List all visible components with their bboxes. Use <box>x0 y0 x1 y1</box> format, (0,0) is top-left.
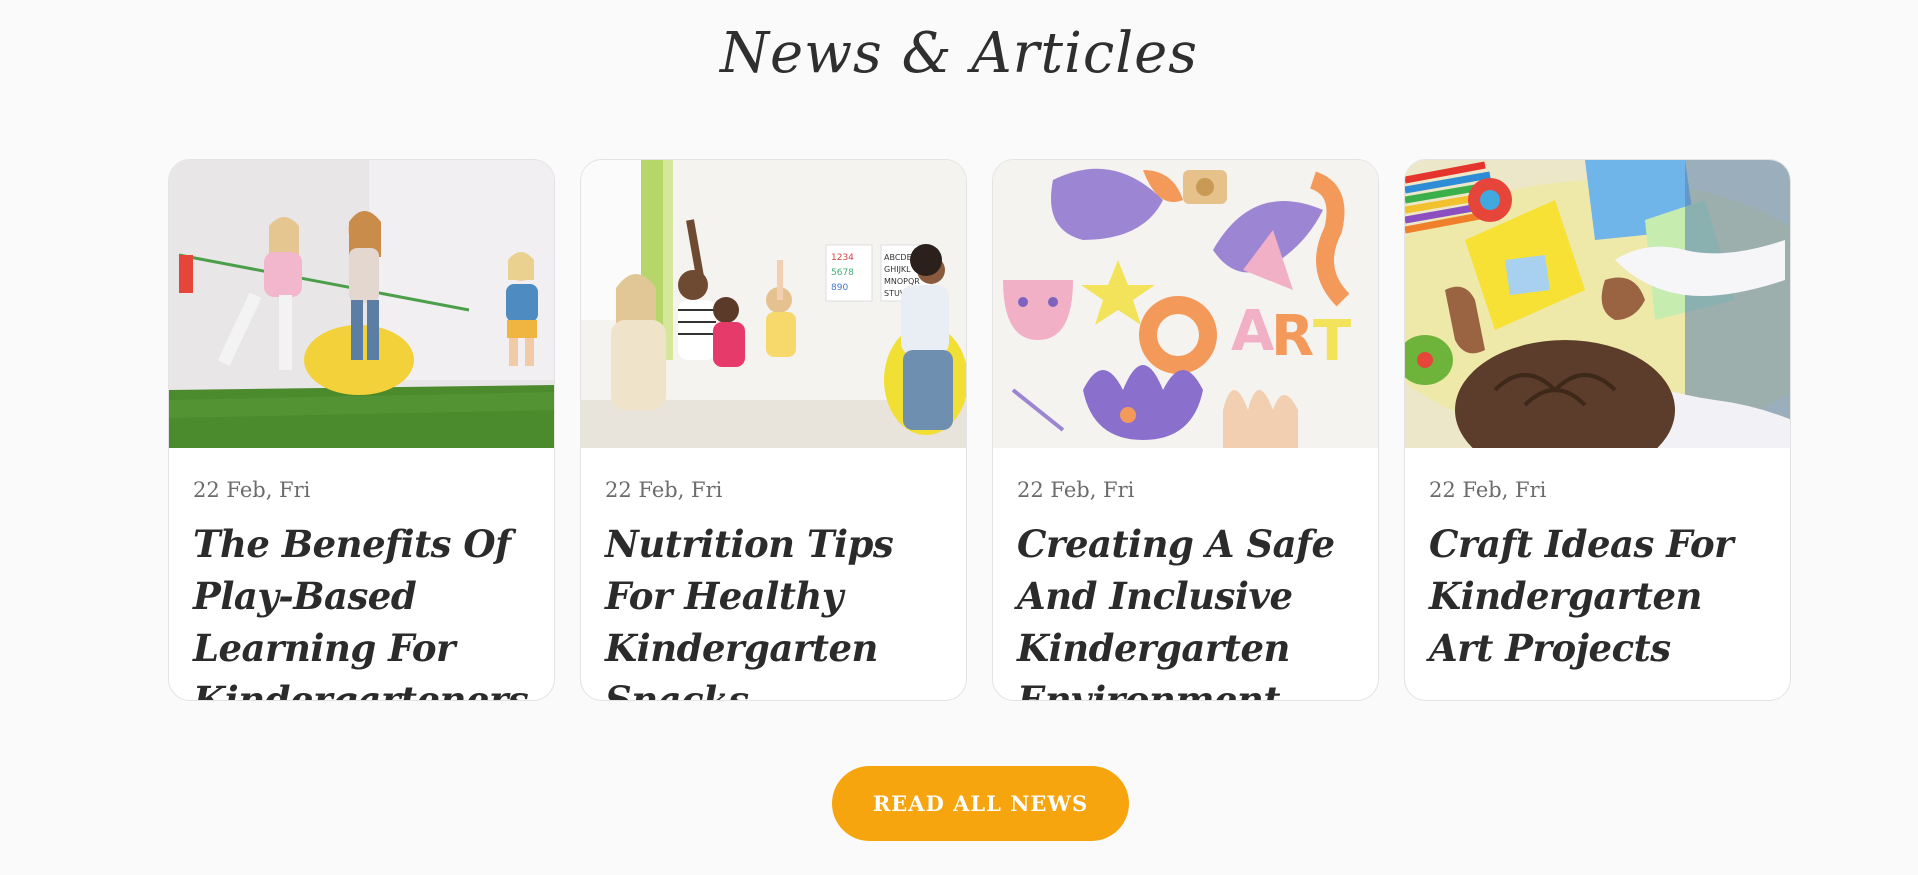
read-all-news-button[interactable]: READ ALL NEWS <box>832 766 1129 841</box>
article-date: 22 Feb, Fri <box>605 478 723 502</box>
article-image[interactable] <box>169 160 554 448</box>
article-card[interactable]: 22 Feb, Fri Craft Ideas For Kindergarten… <box>1404 159 1791 701</box>
svg-text:1234: 1234 <box>831 253 854 263</box>
colored-paper-crafting-photo <box>1405 160 1790 448</box>
article-body: 22 Feb, Fri Nutrition Tips For Healthy K… <box>581 448 966 700</box>
article-title[interactable]: The Benefits Of Play-Based Learning For … <box>193 518 530 700</box>
article-body: 22 Feb, Fri Creating A Safe And Inclusiv… <box>993 448 1378 700</box>
svg-text:A: A <box>1231 299 1275 364</box>
children-tug-of-war-photo <box>169 160 554 448</box>
article-title[interactable]: Nutrition Tips For Healthy Kindergarten … <box>605 518 942 700</box>
article-title[interactable]: Craft Ideas For Kindergarten Art Project… <box>1429 518 1766 674</box>
svg-text:MNOPQR: MNOPQR <box>884 277 920 286</box>
article-date: 22 Feb, Fri <box>193 478 311 502</box>
svg-text:GHIJKL: GHIJKL <box>884 265 911 274</box>
article-image[interactable]: A R T <box>993 160 1378 448</box>
article-body: 22 Feb, Fri Craft Ideas For Kindergarten… <box>1405 448 1790 674</box>
news-section: News & Articles 22 Feb, Fri The Benefits… <box>0 0 1918 875</box>
article-date: 22 Feb, Fri <box>1429 478 1547 502</box>
article-body: 22 Feb, Fri The Benefits Of Play-Based L… <box>169 448 554 700</box>
article-image[interactable]: 1234 5678 890 ABCDEF GHIJKL MNOPQR STUVW… <box>581 160 966 448</box>
svg-text:T: T <box>1313 309 1351 374</box>
article-card[interactable]: A R T 22 Feb, Fri Creating A Safe And In… <box>992 159 1379 701</box>
classroom-raising-hands-photo: 1234 5678 890 ABCDEF GHIJKL MNOPQR STUVW… <box>581 160 966 448</box>
article-list: 22 Feb, Fri The Benefits Of Play-Based L… <box>168 159 1791 701</box>
article-card[interactable]: 22 Feb, Fri The Benefits Of Play-Based L… <box>168 159 555 701</box>
article-title[interactable]: Creating A Safe And Inclusive Kindergart… <box>1017 518 1354 700</box>
article-date: 22 Feb, Fri <box>1017 478 1135 502</box>
section-title: News & Articles <box>719 21 1199 86</box>
svg-text:5678: 5678 <box>831 268 854 278</box>
article-image[interactable] <box>1405 160 1790 448</box>
paper-art-crafts-photo: A R T <box>993 160 1378 448</box>
article-card[interactable]: 1234 5678 890 ABCDEF GHIJKL MNOPQR STUVW… <box>580 159 967 701</box>
svg-text:890: 890 <box>831 283 848 293</box>
svg-text:R: R <box>1271 304 1314 369</box>
